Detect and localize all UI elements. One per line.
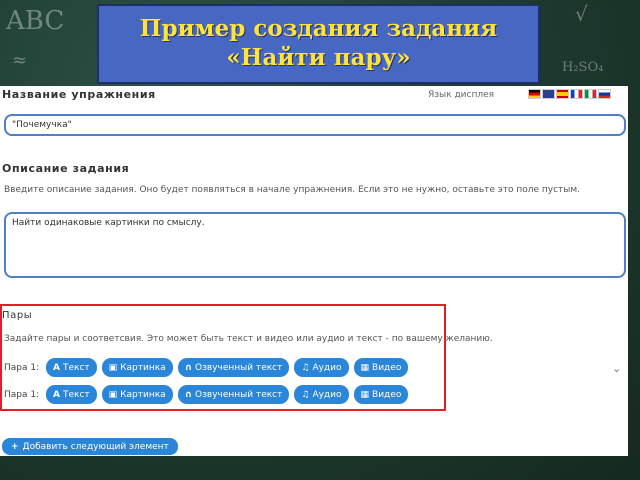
music-note-icon: ♫ xyxy=(301,389,310,400)
task-description-label: Описание задания xyxy=(2,162,130,175)
flag-fr-icon[interactable] xyxy=(570,89,583,99)
audio-button-label: Аудио xyxy=(312,389,342,400)
flag-ru-icon[interactable] xyxy=(598,89,611,99)
slide-title-line1: Пример создания задания xyxy=(139,15,498,43)
video-button-label: Видео xyxy=(372,362,402,373)
pair-row-1: Пара 1: A Текст ▣ Картинка ∩ Озвученный тек… xyxy=(4,358,413,377)
text-a-icon: A xyxy=(53,389,60,400)
video-button-label: Видео xyxy=(372,389,402,400)
exercise-name-input[interactable]: "Почемучка" xyxy=(4,114,626,136)
film-icon: ▦ xyxy=(360,362,370,373)
text-button-label: Текст xyxy=(62,362,90,373)
exercise-form-panel: Название упражнения Язык дисплея "Почему… xyxy=(0,86,628,456)
chalk-text-approx: ≈ xyxy=(12,50,28,71)
video-button[interactable]: ▦ Видео xyxy=(353,358,409,377)
pairs-label: Пары xyxy=(2,310,33,321)
display-language-label: Язык дисплея xyxy=(428,90,495,100)
voiced-text-button[interactable]: ∩ Озвученный текст xyxy=(177,358,290,377)
video-button[interactable]: ▦ Видео xyxy=(353,385,409,404)
headphones-icon: ∩ xyxy=(184,389,193,400)
exercise-name-value: "Почемучка" xyxy=(12,120,72,130)
image-button-label: Картинка xyxy=(120,389,166,400)
slide-title-box: Пример создания задания «Найти пару» xyxy=(97,4,540,84)
film-icon: ▦ xyxy=(360,389,370,400)
music-note-icon: ♫ xyxy=(301,362,310,373)
task-description-value: Найти одинаковые картинки по смыслу. xyxy=(12,218,205,228)
image-icon: ▣ xyxy=(108,389,118,400)
exercise-name-label: Название упражнения xyxy=(2,88,156,101)
add-element-label: Добавить следующий элемент xyxy=(22,441,169,452)
image-button[interactable]: ▣ Картинка xyxy=(101,385,173,404)
chalk-text-formula: H₂SO₄ xyxy=(562,60,604,75)
slide-title-line2: «Найти пару» xyxy=(226,44,411,71)
image-button[interactable]: ▣ Картинка xyxy=(101,358,173,377)
pair-row-2: Пара 1: A Текст ▣ Картинка ∩ Озвученный тек… xyxy=(4,385,413,404)
flag-it-icon[interactable] xyxy=(584,89,597,99)
text-button[interactable]: A Текст xyxy=(46,385,97,404)
flag-es-icon[interactable] xyxy=(556,89,569,99)
task-description-hint: Введите описание задания. Оно будет появ… xyxy=(4,185,581,195)
pair-label: Пара 1: xyxy=(4,362,40,373)
add-element-button[interactable]: + Добавить следующий элемент xyxy=(2,438,178,455)
text-button[interactable]: A Текст xyxy=(46,358,97,377)
pair-label: Пара 1: xyxy=(4,389,40,400)
voiced-text-button-label: Озвученный текст xyxy=(195,362,283,373)
image-button-label: Картинка xyxy=(120,362,166,373)
task-description-textarea[interactable]: Найти одинаковые картинки по смыслу. xyxy=(4,212,626,278)
chevron-down-icon[interactable]: ⌄ xyxy=(612,362,621,375)
audio-button[interactable]: ♫ Аудио xyxy=(294,385,349,404)
voiced-text-button-label: Озвученный текст xyxy=(195,389,283,400)
audio-button-label: Аудио xyxy=(312,362,342,373)
text-button-label: Текст xyxy=(62,389,90,400)
chalk-text-abc: ABC xyxy=(6,6,65,36)
language-flags xyxy=(528,89,611,99)
plus-icon: + xyxy=(11,441,19,452)
headphones-icon: ∩ xyxy=(184,362,193,373)
image-icon: ▣ xyxy=(108,362,118,373)
pairs-hint: Задайте пары и соответсвия. Это может бы… xyxy=(4,334,493,344)
audio-button[interactable]: ♫ Аудио xyxy=(294,358,349,377)
text-a-icon: A xyxy=(53,362,60,373)
flag-uk-icon[interactable] xyxy=(542,89,555,99)
flag-de-icon[interactable] xyxy=(528,89,541,99)
chalk-text-root: √ xyxy=(575,2,588,26)
voiced-text-button[interactable]: ∩ Озвученный текст xyxy=(177,385,290,404)
